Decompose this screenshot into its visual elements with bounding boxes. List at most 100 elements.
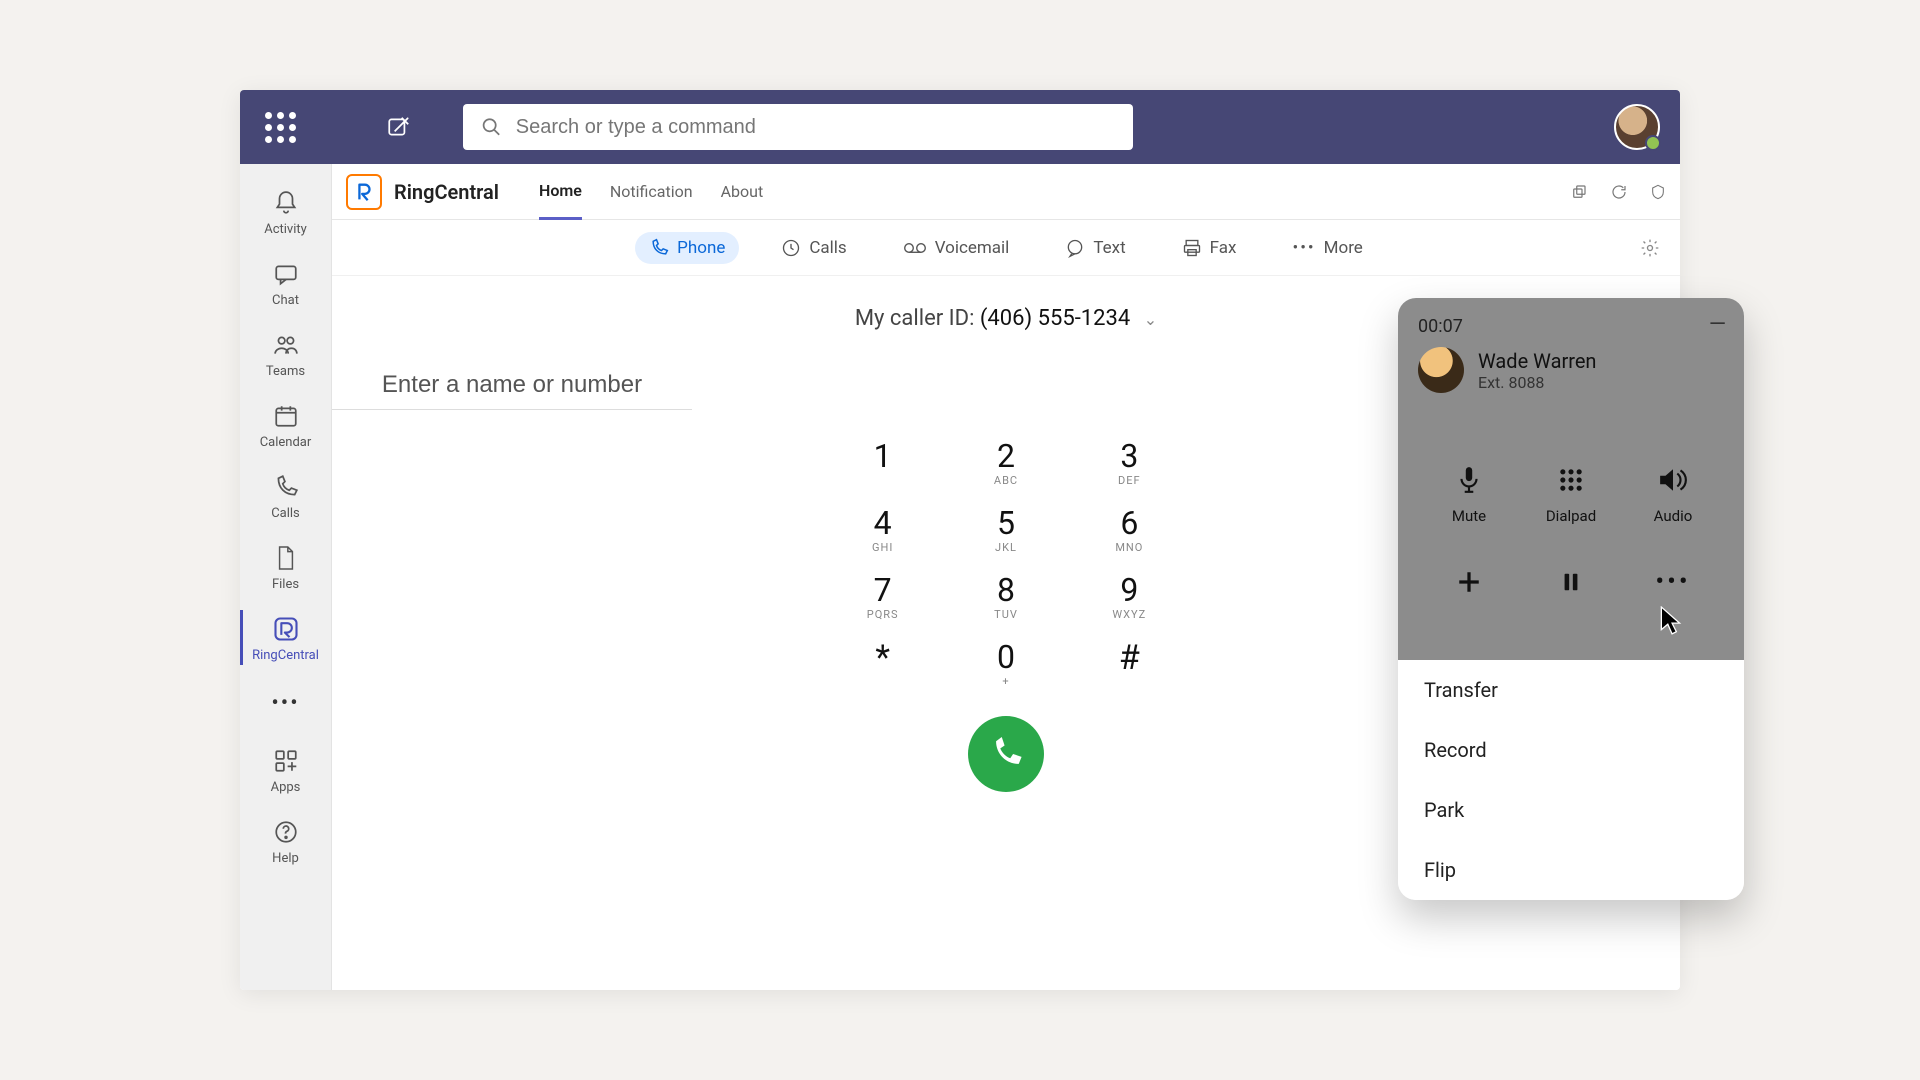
clock-icon (781, 238, 801, 258)
subtab-label: Fax (1210, 238, 1237, 258)
tab-home[interactable]: Home (539, 164, 582, 220)
bell-icon (273, 190, 299, 216)
title-bar (240, 90, 1680, 164)
call-button[interactable] (968, 716, 1044, 792)
fax-icon (1182, 238, 1202, 258)
chevron-down-icon: ⌄ (1144, 310, 1157, 329)
call-timer: 00:07 (1418, 316, 1724, 337)
menu-park[interactable]: Park (1398, 780, 1744, 840)
subtab-label: Calls (809, 238, 846, 258)
active-call-widget: 00:07 — Wade Warren Ext. 8088 Mute (1398, 298, 1744, 900)
pause-icon (1560, 569, 1582, 595)
menu-record[interactable]: Record (1398, 720, 1744, 780)
rail-label: Teams (240, 364, 331, 379)
contact-avatar (1418, 347, 1464, 393)
rail-label: Files (240, 577, 331, 592)
rail-item-apps[interactable]: Apps (240, 734, 331, 805)
key-8[interactable]: 8TUV (969, 574, 1042, 621)
rail-label: Chat (240, 293, 331, 308)
menu-flip[interactable]: Flip (1398, 840, 1744, 900)
tab-options-icon[interactable] (1650, 183, 1666, 201)
rail-label: Calls (240, 506, 331, 521)
key-4[interactable]: 4GHI (846, 507, 919, 554)
phone-icon (273, 474, 299, 500)
rail-item-files[interactable]: Files (240, 531, 331, 602)
rail-item-calendar[interactable]: Calendar (240, 389, 331, 460)
call-more-menu: Transfer Record Park Flip (1398, 660, 1744, 900)
key-0[interactable]: 0+ (969, 641, 1042, 688)
hold-button[interactable] (1520, 565, 1622, 599)
subtab-voicemail[interactable]: Voicemail (889, 232, 1024, 264)
popout-icon[interactable] (1570, 183, 1588, 201)
key-6[interactable]: 6MNO (1093, 507, 1166, 554)
plugin-actions (1570, 183, 1666, 201)
plugin-tabs: Home Notification About (539, 164, 763, 220)
subtab-fax[interactable]: Fax (1168, 232, 1251, 264)
profile-avatar[interactable] (1614, 104, 1660, 150)
calendar-icon (273, 403, 299, 429)
subtab-label: More (1324, 238, 1363, 258)
help-icon (273, 819, 299, 845)
rc-subtabs: Phone Calls Voicemail Text Fax (332, 220, 1680, 276)
subtab-text[interactable]: Text (1051, 232, 1139, 264)
mute-button[interactable]: Mute (1418, 463, 1520, 525)
refresh-icon[interactable] (1610, 183, 1628, 201)
apps-store-icon (273, 748, 299, 774)
search-icon (481, 116, 502, 138)
rail-item-chat[interactable]: Chat (240, 247, 331, 318)
chat-icon (273, 261, 299, 287)
rail-label: Calendar (240, 435, 331, 450)
contact-extension: Ext. 8088 (1478, 373, 1596, 392)
speaker-icon (1658, 467, 1688, 493)
key-1[interactable]: 1 (846, 440, 919, 487)
ringcentral-logo-icon (346, 174, 382, 210)
key-5[interactable]: 5JKL (969, 507, 1042, 554)
call-contact: Wade Warren Ext. 8088 (1418, 347, 1724, 393)
keypad: 1 2ABC 3DEF 4GHI 5JKL 6MNO 7PQRS 8TUV 9W… (846, 440, 1166, 688)
presence-available-icon (1645, 135, 1661, 151)
subtab-label: Voicemail (935, 238, 1010, 258)
subtab-phone[interactable]: Phone (635, 232, 739, 264)
subtab-calls[interactable]: Calls (767, 232, 860, 264)
text-icon (1065, 238, 1085, 258)
caller-id-number: (406) 555-1234 (980, 306, 1130, 331)
add-call-button[interactable] (1418, 565, 1520, 599)
more-actions-button[interactable]: ••• (1622, 565, 1724, 599)
rail-item-activity[interactable]: Activity (240, 176, 331, 247)
rail-item-teams[interactable]: Teams (240, 318, 331, 389)
search-box[interactable] (463, 104, 1133, 150)
minimize-icon[interactable]: — (1709, 312, 1726, 337)
rail-label: Help (240, 851, 331, 866)
subtab-more[interactable]: ••• More (1278, 232, 1376, 264)
search-input[interactable] (516, 116, 1115, 139)
rail-item-calls[interactable]: Calls (240, 460, 331, 531)
key-3[interactable]: 3DEF (1093, 440, 1166, 487)
rail-item-ringcentral[interactable]: RingCentral (240, 602, 331, 673)
dialpad-button[interactable]: Dialpad (1520, 463, 1622, 525)
subtab-label: Phone (677, 238, 725, 258)
rail-more-apps[interactable]: ••• (240, 673, 331, 734)
menu-transfer[interactable]: Transfer (1398, 660, 1744, 720)
tab-notification[interactable]: Notification (610, 164, 693, 220)
contact-name: Wade Warren (1478, 349, 1596, 373)
key-9[interactable]: 9WXYZ (1093, 574, 1166, 621)
settings-gear-icon[interactable] (1640, 238, 1660, 258)
audio-button[interactable]: Audio (1622, 463, 1724, 525)
phone-fill-icon (989, 737, 1023, 771)
key-pound[interactable]: # (1093, 641, 1166, 688)
file-icon (275, 544, 297, 572)
left-rail: Activity Chat Teams Calendar Calls Files (240, 164, 332, 990)
new-chat-compose-icon[interactable] (385, 113, 413, 141)
rail-item-help[interactable]: Help (240, 805, 331, 876)
voicemail-icon (903, 238, 927, 258)
app-launcher-waffle-icon[interactable] (260, 107, 300, 147)
caller-id-label: My caller ID: (855, 306, 980, 331)
key-star[interactable]: * (846, 641, 919, 688)
rail-label: Activity (240, 222, 331, 237)
dial-input[interactable] (332, 365, 692, 410)
key-7[interactable]: 7PQRS (846, 574, 919, 621)
ringcentral-icon (272, 615, 300, 643)
key-2[interactable]: 2ABC (969, 440, 1042, 487)
call-controls: Mute Dialpad Audio (1418, 463, 1724, 599)
tab-about[interactable]: About (721, 164, 764, 220)
